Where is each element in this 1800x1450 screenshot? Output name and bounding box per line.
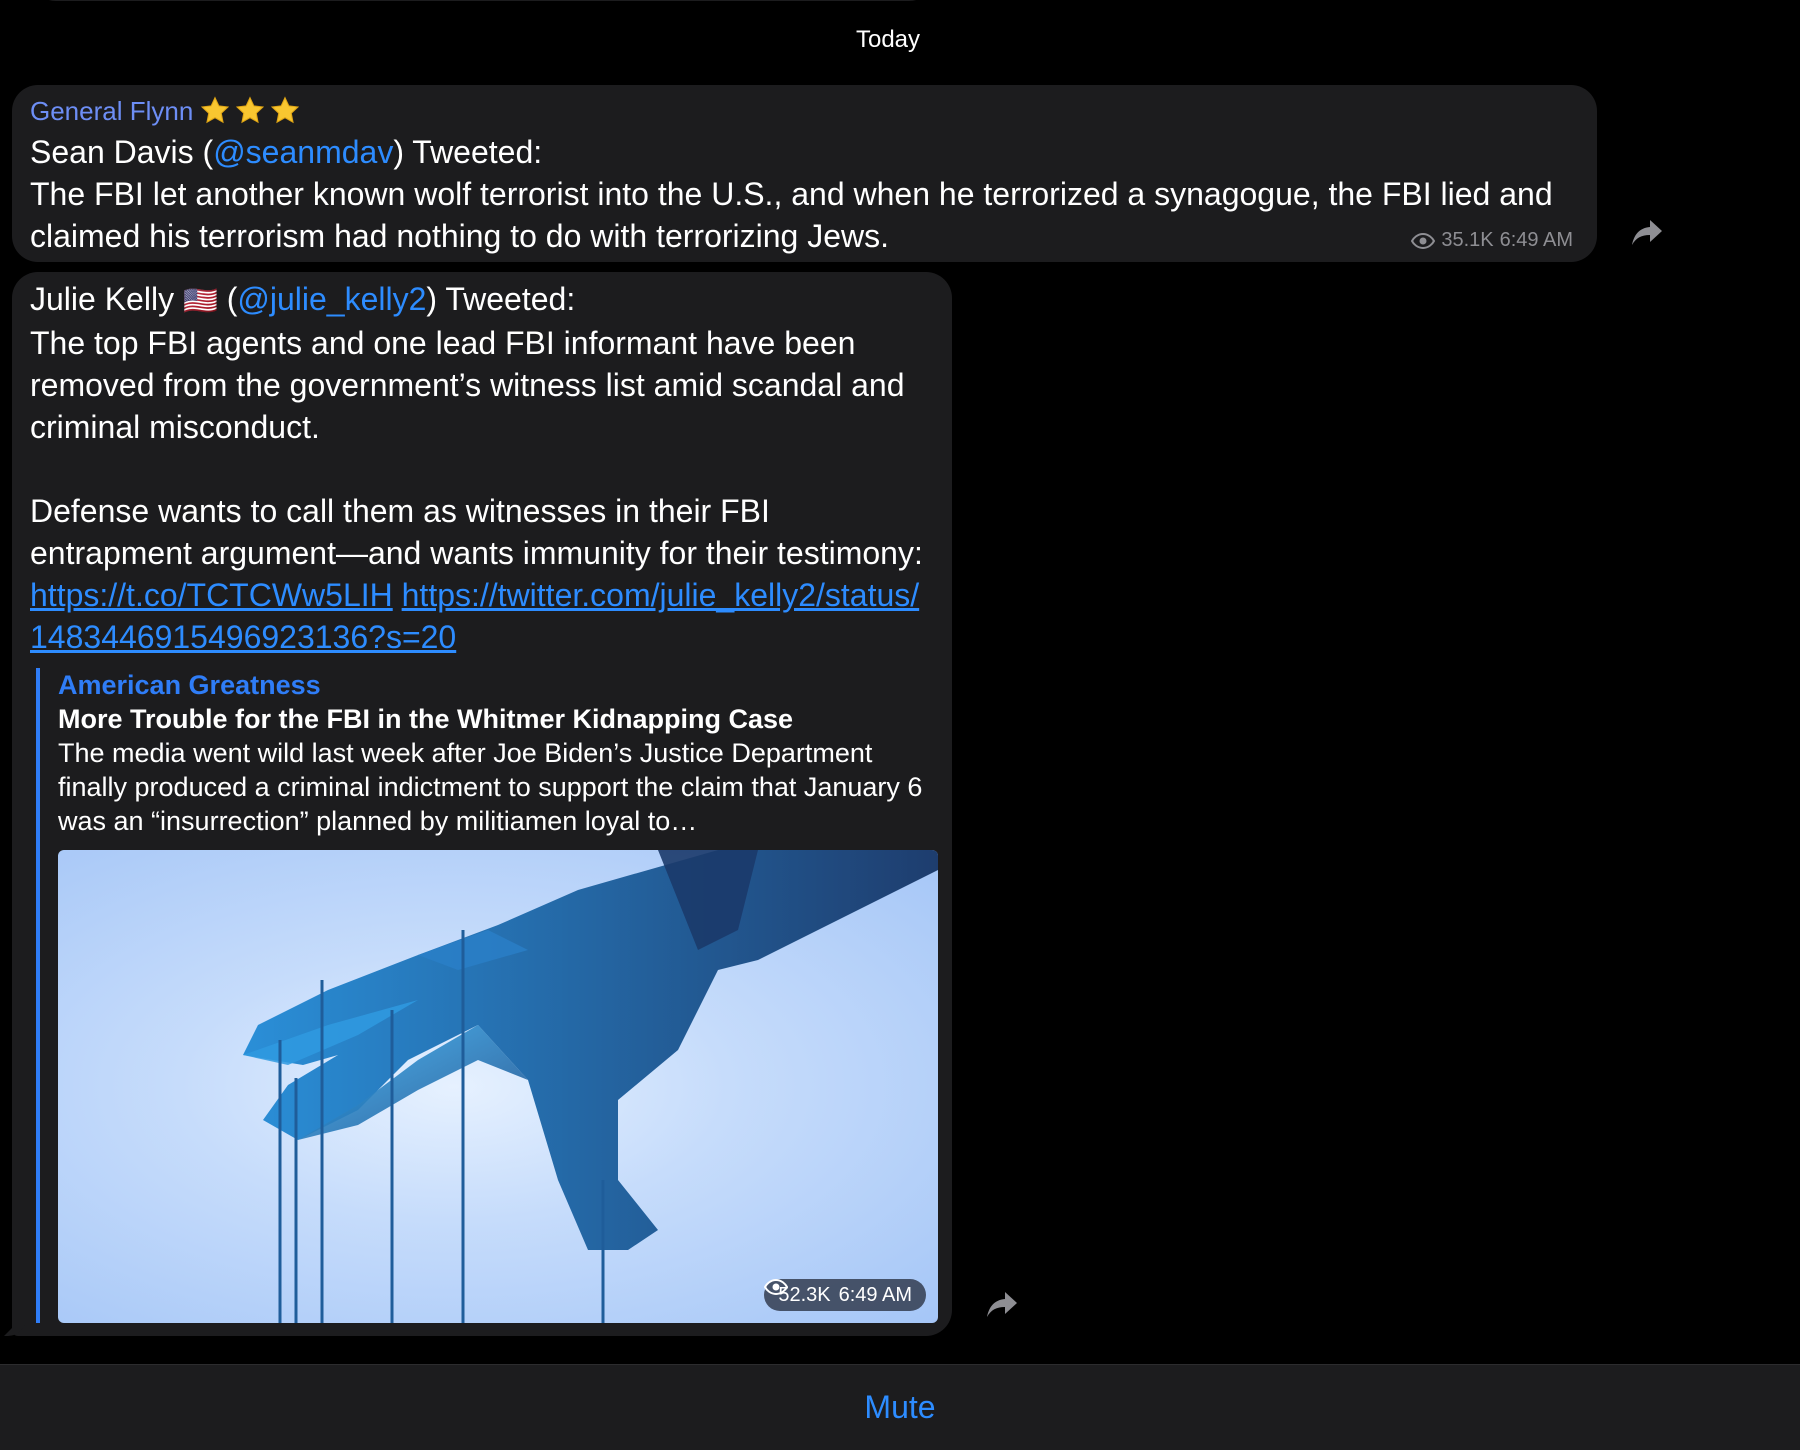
message-bubble[interactable]: General Flynn Sean Davis (@seanmdav) Twe… bbox=[12, 85, 1597, 262]
message-text: Julie Kelly 🇺🇸 (@julie_kelly2) Tweeted: … bbox=[30, 281, 923, 655]
tweet-body: The FBI let another known wolf terrorist… bbox=[30, 176, 1553, 254]
share-arrow-icon[interactable] bbox=[1630, 218, 1664, 248]
message-text: Sean Davis (@seanmdav) Tweeted: The FBI … bbox=[30, 134, 1553, 254]
media-meta-pill: 52.3K 6:49 AM bbox=[764, 1279, 926, 1311]
preview-description: The media went wild last week after Joe … bbox=[58, 738, 923, 836]
eye-icon bbox=[764, 1279, 789, 1295]
tweeted-label: Tweeted: bbox=[412, 134, 543, 170]
message-time: 6:49 AM bbox=[1499, 229, 1573, 251]
star-icon bbox=[271, 96, 300, 124]
flag-icon: 🇺🇸 bbox=[182, 285, 218, 316]
author-handle-link[interactable]: @seanmdav bbox=[213, 134, 393, 170]
tweet-paragraph: The top FBI agents and one lead FBI info… bbox=[30, 325, 905, 445]
tweet-author: Julie Kelly bbox=[30, 281, 175, 317]
puppet-hand-illustration bbox=[243, 850, 938, 1323]
preview-image[interactable]: 52.3K 6:49 AM bbox=[58, 850, 938, 1323]
view-count: 35.1K bbox=[1441, 229, 1494, 251]
message-meta: 35.1K 6:49 AM bbox=[1411, 229, 1573, 252]
star-icon bbox=[236, 96, 265, 124]
preview-site-name: American Greatness bbox=[58, 670, 321, 700]
date-separator: Today bbox=[855, 26, 921, 53]
link-preview[interactable]: American Greatness More Trouble for the … bbox=[36, 668, 938, 1323]
bottom-bar: Mute bbox=[0, 1364, 1800, 1450]
author-handle-link[interactable]: @julie_kelly2 bbox=[237, 281, 426, 317]
eye-icon bbox=[1411, 232, 1436, 249]
tweet-author: Sean Davis bbox=[30, 134, 194, 170]
short-link[interactable]: https://t.co/TCTCWw5LIH bbox=[30, 577, 393, 613]
star-icon bbox=[201, 96, 230, 124]
tweeted-label: Tweeted: bbox=[445, 281, 576, 317]
message-bubble[interactable]: Julie Kelly 🇺🇸 (@julie_kelly2) Tweeted: … bbox=[12, 272, 952, 1336]
previous-message-bubble bbox=[30, 0, 935, 1]
share-arrow-icon[interactable] bbox=[985, 1290, 1019, 1320]
preview-title: More Trouble for the FBI in the Whitmer … bbox=[58, 704, 794, 734]
sender-name[interactable]: General Flynn bbox=[30, 91, 193, 131]
message-time: 6:49 AM bbox=[838, 1283, 912, 1306]
tweet-paragraph: Defense wants to call them as witnesses … bbox=[30, 493, 923, 571]
mute-button[interactable]: Mute bbox=[864, 1389, 935, 1426]
sender-row: General Flynn bbox=[30, 91, 1572, 131]
sender-badges bbox=[199, 95, 301, 127]
